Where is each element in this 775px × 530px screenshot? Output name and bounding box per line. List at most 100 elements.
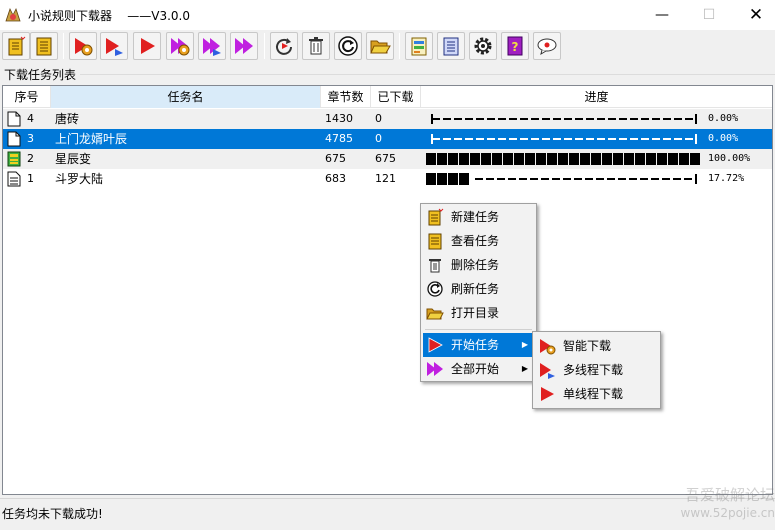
book-complete-icon <box>7 151 21 167</box>
progress-block <box>591 153 601 165</box>
window-title: 小说规则下载器 ——V3.0.0 <box>28 9 191 23</box>
toolbar-multithread-download-all-button[interactable] <box>198 32 226 60</box>
progress-bar <box>426 173 697 185</box>
toolbar-multithread-download-button[interactable] <box>100 32 128 60</box>
context-menu-item[interactable]: 打开目录 <box>423 301 534 325</box>
toolbar-smart-download-all-button[interactable] <box>166 32 194 60</box>
submenu-item[interactable]: 单线程下载 <box>535 382 658 406</box>
progress-bar <box>426 153 700 165</box>
single-thread-download-icon <box>541 387 554 401</box>
toolbar-rules-button[interactable] <box>405 32 433 60</box>
progress-block <box>437 153 447 165</box>
close-button[interactable]: ✕ <box>733 0 775 30</box>
cell-downloaded: 0 <box>375 112 382 125</box>
watermark: 吾爱破解论坛 www.52pojie.cn <box>660 486 775 522</box>
help-icon: ? <box>507 36 523 56</box>
reload-icon <box>338 36 358 56</box>
menu-separator <box>425 329 532 330</box>
cell-name: 斗罗大陆 <box>55 172 104 186</box>
submenu-item-label: 多线程下载 <box>563 363 624 377</box>
toolbar-view-task-button[interactable] <box>30 32 58 60</box>
progress-block <box>459 153 469 165</box>
app-logo-icon <box>5 7 21 22</box>
progress-block <box>525 153 535 165</box>
cell-name: 唐砖 <box>55 112 80 126</box>
context-menu-item[interactable]: 全部开始 ▶ <box>423 357 534 381</box>
toolbar-about-button[interactable] <box>533 32 561 60</box>
toolbar-download-all-button[interactable] <box>230 32 258 60</box>
progress-block <box>536 153 546 165</box>
rules-icon <box>411 37 427 56</box>
toolbar-smart-download-button[interactable] <box>69 32 97 60</box>
toolbar-new-task-button[interactable] <box>2 32 30 60</box>
document-icon <box>7 131 21 147</box>
progress-block <box>426 153 436 165</box>
progress-bar <box>431 114 697 124</box>
table-row[interactable]: 1 斗罗大陆 683 121 17.72% <box>3 169 772 189</box>
column-header-index[interactable]: 序号 <box>3 86 51 108</box>
progress-block <box>558 153 568 165</box>
column-header-downloaded[interactable]: 已下载 <box>371 86 421 108</box>
context-menu-item[interactable]: 新建任务 <box>423 205 534 229</box>
toolbar-open-folder-button[interactable] <box>366 32 394 60</box>
toolbar-settings-button[interactable] <box>469 32 497 60</box>
smart-download-all-icon <box>171 38 190 56</box>
context-menu-item[interactable]: 开始任务 ▶ <box>423 333 534 357</box>
status-bar: 任务均未下载成功! <box>0 498 775 530</box>
table-row[interactable]: 3 上门龙婿叶辰 4785 0 0.00% <box>3 129 772 149</box>
toolbar-delete-button[interactable] <box>302 32 330 60</box>
toolbar-single-thread-download-button[interactable] <box>133 32 161 60</box>
toolbar-refresh-button[interactable] <box>270 32 298 60</box>
progress-block <box>646 153 656 165</box>
submenu-item-label: 智能下载 <box>563 339 612 353</box>
column-header-name[interactable]: 任务名 <box>51 86 321 108</box>
progress-block <box>613 153 623 165</box>
toolbar-help-button[interactable]: ? <box>501 32 529 60</box>
toolbar-separator <box>63 33 64 59</box>
column-header-chapters[interactable]: 章节数 <box>321 86 371 108</box>
progress-bar <box>431 134 697 144</box>
table-header: 序号 任务名 章节数 已下载 进度 <box>3 86 772 108</box>
minimize-button[interactable]: — <box>639 0 685 30</box>
settings-icon <box>474 37 492 55</box>
table-row[interactable]: 2 星辰变 675 675 100.00% <box>3 149 772 169</box>
document-lines-icon <box>7 171 21 187</box>
context-menu-item[interactable]: 刷新任务 <box>423 277 534 301</box>
column-header-progress[interactable]: 进度 <box>421 86 772 108</box>
view-task-icon <box>428 233 442 250</box>
cell-downloaded: 675 <box>375 152 396 165</box>
toolbar-separator <box>399 33 400 59</box>
toolbar-notes-button[interactable] <box>437 32 465 60</box>
table-row[interactable]: 4 唐砖 1430 0 0.00% <box>3 109 772 129</box>
maximize-button[interactable]: ☐ <box>686 0 732 30</box>
open-folder-icon <box>426 308 444 320</box>
progress-block <box>426 173 436 185</box>
cell-chapters: 675 <box>325 152 346 165</box>
cell-name: 上门龙婿叶辰 <box>55 132 128 146</box>
open-folder-icon <box>370 40 391 54</box>
progress-block <box>459 173 469 185</box>
refresh-icon <box>427 281 443 297</box>
group-divider <box>80 74 775 75</box>
submenu-item[interactable]: 智能下载 <box>535 334 658 358</box>
svg-text:?: ? <box>512 40 519 54</box>
toolbar: ? <box>0 30 775 64</box>
context-menu-item-label: 删除任务 <box>451 258 500 272</box>
start-task-submenu: 智能下载多线程下载单线程下载 <box>532 331 661 409</box>
progress-block <box>602 153 612 165</box>
progress-text: 17.72% <box>708 173 745 184</box>
submenu-item[interactable]: 多线程下载 <box>535 358 658 382</box>
context-menu-item-label: 全部开始 <box>451 362 500 376</box>
context-menu-item[interactable]: 删除任务 <box>423 253 534 277</box>
context-menu-item[interactable]: 查看任务 <box>423 229 534 253</box>
progress-block <box>657 153 667 165</box>
toolbar-reload-button[interactable] <box>334 32 362 60</box>
cell-index: 1 <box>27 172 34 185</box>
maximize-icon: ☐ <box>702 7 716 23</box>
task-list[interactable]: 序号 任务名 章节数 已下载 进度 4 唐砖 1430 0 0.00% 3 上门龙婿叶辰 47… <box>2 85 773 495</box>
progress-text: 0.00% <box>708 133 739 144</box>
submenu-item-label: 单线程下载 <box>563 387 624 401</box>
cell-index: 4 <box>27 112 34 125</box>
smart-download-icon <box>540 339 556 355</box>
cell-chapters: 683 <box>325 172 346 185</box>
